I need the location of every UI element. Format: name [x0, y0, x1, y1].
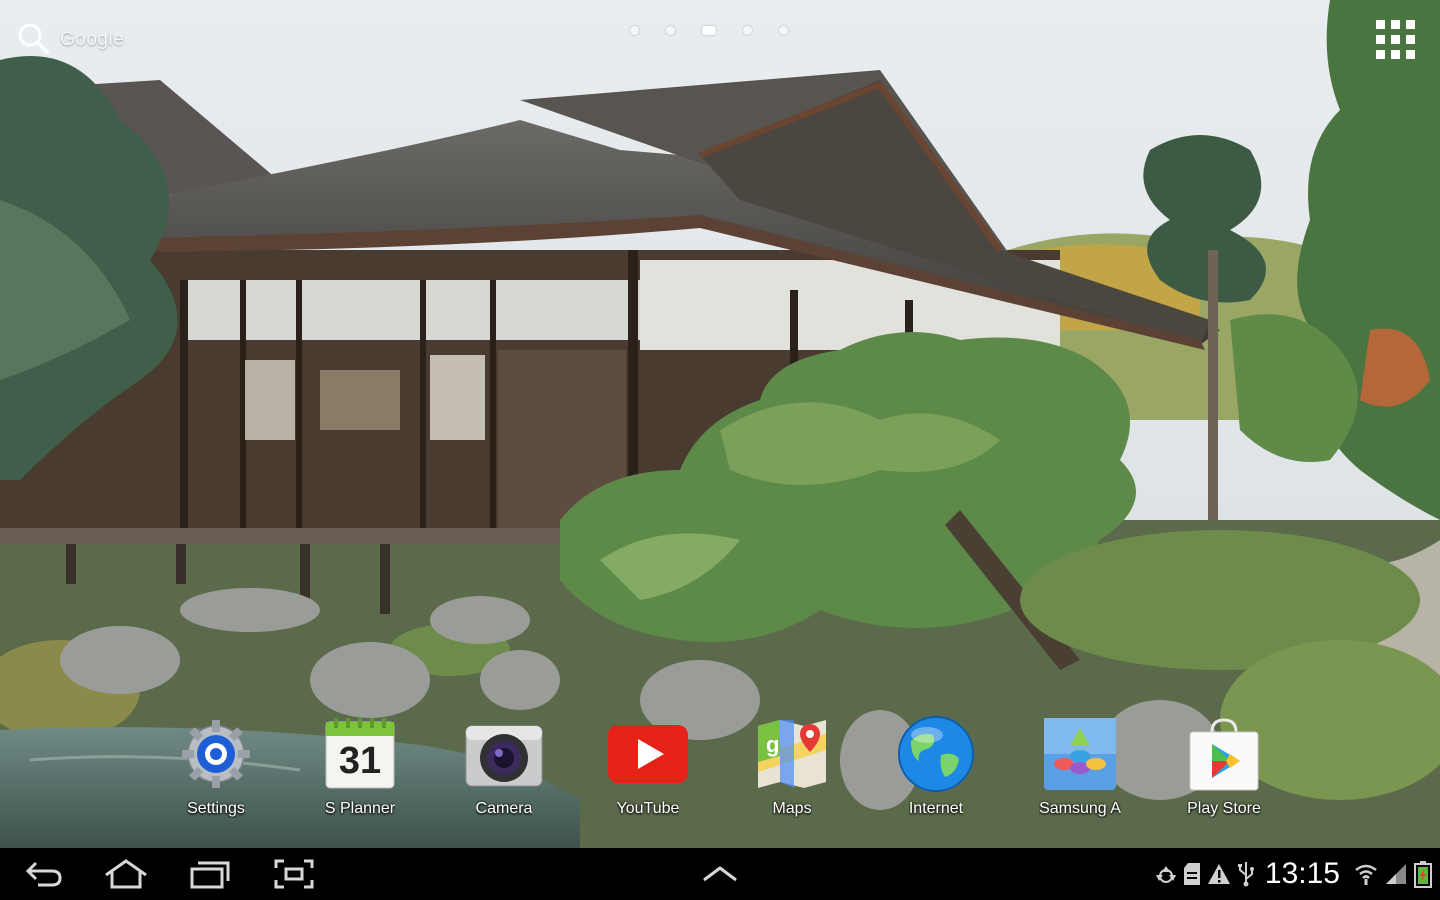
youtube-icon: [608, 714, 688, 794]
home-icon: [105, 859, 147, 889]
battery-icon: [1414, 861, 1432, 888]
app-dock: Settings 31 S Planner Camera YouTube g M…: [0, 714, 1440, 834]
apps-grid-icon: [1376, 20, 1415, 59]
system-bar: 13:15: [0, 848, 1440, 900]
app-label: Play Store: [1187, 800, 1261, 817]
back-icon: [25, 861, 62, 887]
app-play-store[interactable]: Play Store: [1159, 714, 1289, 834]
screenshot-icon: [274, 859, 314, 889]
search-label: Google: [60, 29, 125, 50]
globe-icon: [896, 714, 976, 794]
signal-icon: [1386, 864, 1406, 884]
app-label: Camera: [475, 800, 533, 817]
settings-icon: [176, 714, 256, 794]
recent-apps-icon: [190, 861, 230, 889]
sd-card-icon: [1183, 863, 1200, 885]
play-store-icon: [1184, 714, 1264, 794]
camera-icon: [464, 714, 544, 794]
app-youtube[interactable]: YouTube: [583, 714, 713, 834]
expand-button[interactable]: [690, 856, 750, 892]
svg-text:g: g: [766, 732, 779, 757]
calendar-date: 31: [338, 739, 382, 782]
page-dot[interactable]: [779, 26, 788, 35]
usb-icon: [1237, 862, 1254, 887]
app-label: Samsung A: [1039, 800, 1121, 817]
page-indicator: [630, 26, 788, 35]
screenshot-button[interactable]: [264, 856, 324, 892]
search-icon: [16, 21, 50, 60]
status-area[interactable]: 13:15: [1155, 848, 1432, 900]
apps-grid-button[interactable]: [1372, 16, 1420, 64]
wifi-icon: [1355, 864, 1377, 885]
app-settings[interactable]: Settings: [151, 714, 281, 834]
app-label: S Planner: [324, 800, 396, 817]
app-maps[interactable]: g Maps: [727, 714, 857, 834]
page-dot-current[interactable]: [702, 26, 716, 35]
app-camera[interactable]: Camera: [439, 714, 569, 834]
app-label: YouTube: [616, 800, 680, 817]
chevron-up-icon: [703, 866, 737, 882]
back-button[interactable]: [14, 856, 74, 892]
page-dot[interactable]: [630, 26, 639, 35]
google-search-bar[interactable]: Google: [16, 20, 124, 60]
calendar-icon: 31: [320, 714, 400, 794]
app-s-planner[interactable]: 31 S Planner: [295, 714, 425, 834]
app-label: Maps: [772, 800, 812, 817]
samsung-apps-icon: [1040, 714, 1120, 794]
app-label: Internet: [908, 800, 964, 817]
recycle-icon: [1155, 866, 1176, 883]
home-button[interactable]: [96, 856, 156, 892]
app-internet[interactable]: Internet: [871, 714, 1001, 834]
recent-apps-button[interactable]: [180, 856, 240, 892]
page-dot[interactable]: [743, 26, 752, 35]
warning-icon: [1207, 864, 1230, 884]
app-label: Settings: [187, 800, 245, 817]
maps-icon: g: [752, 714, 832, 794]
page-dot[interactable]: [666, 26, 675, 35]
app-samsung-apps[interactable]: Samsung A: [1015, 714, 1145, 834]
clock: 13:15: [1264, 857, 1340, 890]
